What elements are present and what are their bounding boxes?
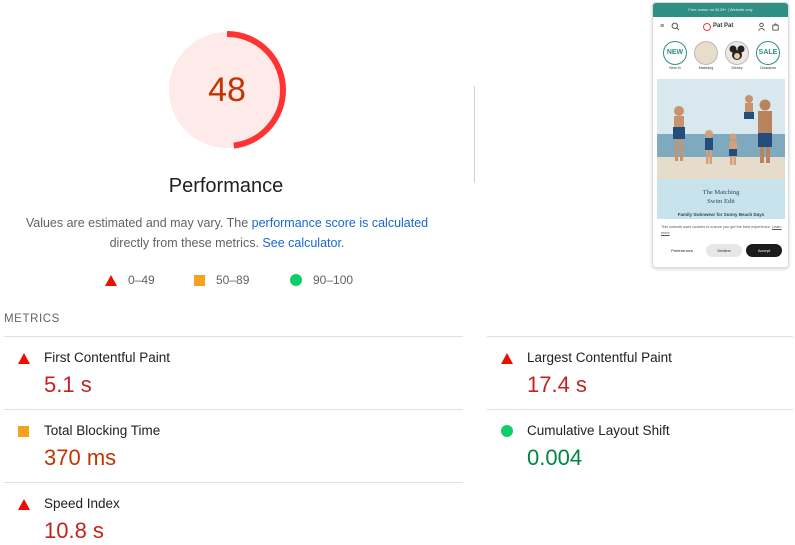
divider: [487, 409, 793, 410]
category-matching: Matching: [692, 41, 720, 70]
cookie-banner: This website uses cookies to ensure you …: [653, 219, 788, 267]
pass-circle-icon: [501, 425, 513, 437]
metric-label: Largest Contentful Paint: [527, 350, 672, 365]
category-clearance: SALE Clearance: [754, 41, 782, 70]
category-label: New In: [669, 66, 681, 70]
legend-label: 50–89: [216, 273, 250, 287]
metric-label: Total Blocking Time: [44, 423, 161, 438]
vertical-divider: [474, 86, 475, 183]
decline-button[interactable]: Decline: [706, 244, 742, 257]
calculator-link[interactable]: See calculator.: [262, 236, 344, 250]
gauge-title: Performance: [168, 175, 284, 197]
legend-item-fail: 0–49: [105, 273, 155, 287]
note-text-2: directly from these metrics.: [109, 235, 263, 250]
mobile-header: ≡ Pat Pat: [653, 17, 788, 37]
category-new-in: NEW New In: [661, 41, 689, 70]
search-icon: [671, 22, 680, 31]
fail-triangle-icon: [18, 499, 30, 510]
category-label: Matching: [698, 66, 714, 70]
hero-subtitle: Family Swimwear for Sunny Beach Days: [677, 212, 765, 217]
metric-label: First Contentful Paint: [44, 350, 171, 365]
logo-text: Pat Pat: [713, 23, 734, 29]
category-badge: SALE: [756, 41, 780, 65]
preferences-button[interactable]: Preferences: [659, 244, 705, 257]
hero-title-line1: The Matching: [702, 189, 740, 196]
metric-label: Speed Index: [44, 496, 120, 511]
category-disney: Disney: [723, 41, 751, 70]
bag-icon: [772, 23, 779, 31]
menu-icon: ≡: [660, 23, 665, 30]
fail-triangle-icon: [18, 353, 30, 364]
cookie-message: This website uses cookies to ensure you …: [661, 224, 785, 236]
promo-banner: Free ocean on $129+ | Website only: [653, 3, 788, 17]
mouse-ears-icon: [729, 45, 745, 60]
metric-label: Cumulative Layout Shift: [527, 423, 670, 438]
legend-item-pass: 90–100: [290, 273, 353, 287]
fail-triangle-icon: [501, 353, 513, 364]
divider: [4, 482, 463, 483]
divider: [4, 336, 463, 337]
logo-icon: [703, 22, 711, 31]
metric-value: 0.004: [527, 445, 583, 470]
metric-value: 10.8 s: [44, 518, 104, 543]
category-image: [725, 41, 749, 65]
metric-value: 370 ms: [44, 445, 117, 470]
divider: [4, 409, 463, 410]
legend-label: 0–49: [128, 273, 155, 287]
estimate-note: Values are estimated and may vary. The p…: [20, 214, 434, 253]
performance-score-link[interactable]: performance score is calculated: [252, 216, 428, 230]
divider: [487, 336, 793, 337]
metric-value: 5.1 s: [44, 372, 92, 397]
category-label: Disney: [731, 66, 743, 70]
note-text-1: Values are estimated and may vary. The: [25, 216, 252, 230]
metric-value: 17.4 s: [527, 372, 587, 397]
accept-button[interactable]: Accept: [746, 244, 782, 257]
hero-title-line2: Swim Edit: [707, 197, 735, 205]
performance-score: 48: [208, 71, 246, 109]
category-label: Clearance: [759, 66, 777, 70]
fail-triangle-icon: [105, 274, 117, 286]
hero-title: The Matching Swim Edit: [657, 189, 785, 206]
metrics-heading: METRICS: [4, 313, 60, 325]
performance-gauge: 48: [165, 28, 289, 152]
legend-label: 90–100: [313, 273, 354, 287]
hero-banner: The Matching Swim Edit Family Swimwear fo…: [657, 79, 785, 219]
legend-item-average: 50–89: [194, 273, 249, 287]
category-image: [694, 41, 718, 65]
user-icon: [758, 22, 765, 31]
pass-circle-icon: [290, 274, 302, 286]
cookie-text: This website uses cookies to ensure you …: [661, 225, 771, 229]
category-badge: NEW: [663, 41, 687, 65]
category-row: NEW New In Matching Disney SALE Clearanc…: [653, 37, 788, 75]
average-square-icon: [18, 426, 29, 437]
page-screenshot-thumbnail[interactable]: Free ocean on $129+ | Website only ≡ Pat…: [652, 2, 789, 268]
store-logo: Pat Pat: [703, 22, 733, 31]
average-square-icon: [194, 274, 205, 286]
